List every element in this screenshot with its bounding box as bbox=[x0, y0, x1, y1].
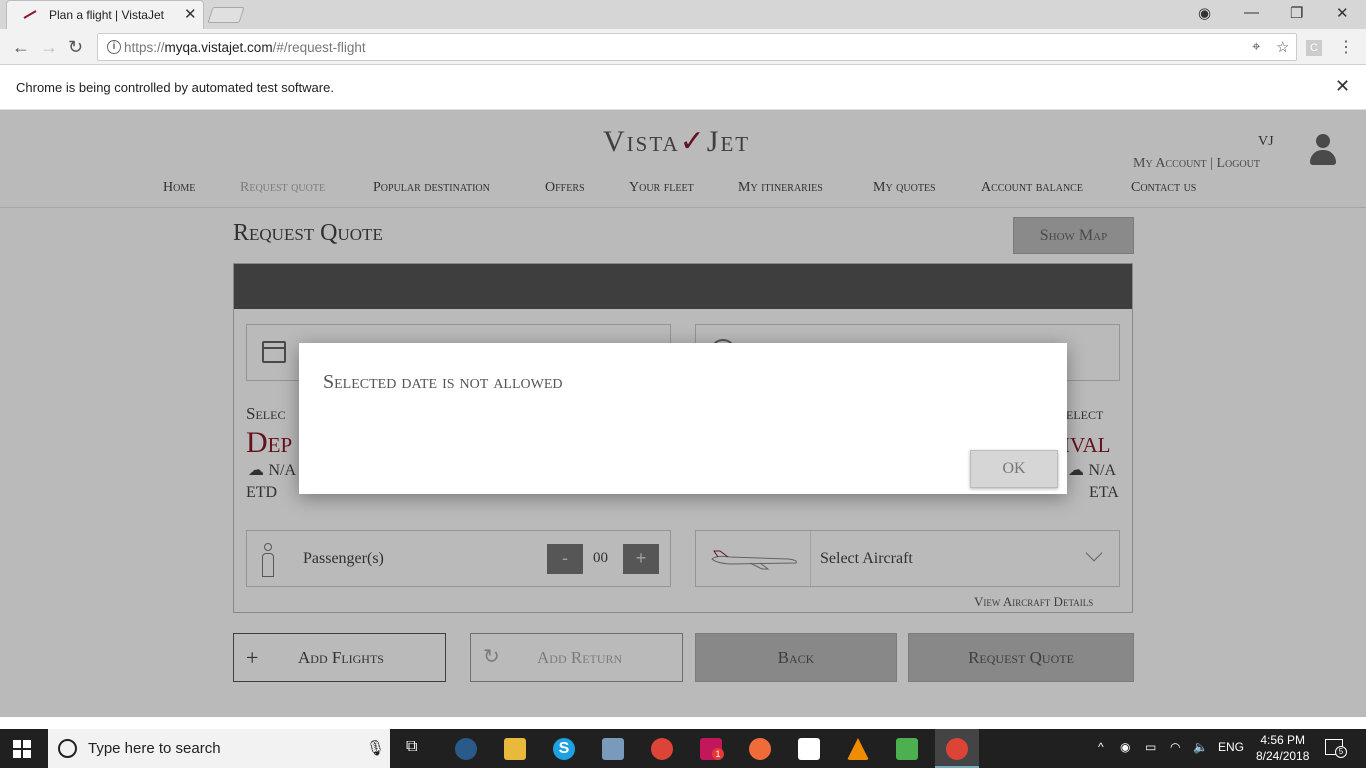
tab-title: Plan a flight | VistaJet bbox=[49, 8, 164, 22]
windows-start-icon[interactable] bbox=[13, 740, 31, 758]
microphone-icon[interactable]: 🎙 bbox=[366, 739, 385, 757]
wifi-icon[interactable]: ◠ bbox=[1170, 740, 1180, 754]
browser-tab-bar: Plan a flight | VistaJet ✕ ◉ — ❐ ✕ bbox=[0, 0, 1366, 29]
postman-icon[interactable] bbox=[749, 738, 771, 760]
spreadsheet-app-icon[interactable] bbox=[896, 738, 918, 760]
browser-tab[interactable]: Plan a flight | VistaJet ✕ bbox=[6, 0, 204, 29]
tab-close-icon[interactable]: ✕ bbox=[184, 5, 197, 23]
chrome-active-taskbar-button[interactable] bbox=[935, 729, 979, 768]
extension-icon[interactable]: C bbox=[1306, 40, 1322, 56]
battery-icon[interactable]: ▭ bbox=[1145, 740, 1156, 754]
reload-icon[interactable]: ↻ bbox=[68, 37, 83, 58]
url-bar[interactable]: i https://myqa.vistajet.com/#/request-fl… bbox=[97, 33, 1297, 61]
ok-button[interactable]: OK bbox=[970, 450, 1058, 488]
windows-taskbar: Type here to search 🎙 ⧉ S 1 ^ ◉ ▭ ◠ 🔈 EN… bbox=[0, 729, 1366, 768]
skype-icon[interactable]: S bbox=[553, 738, 575, 760]
taskbar-search-box[interactable]: Type here to search 🎙 bbox=[48, 729, 390, 768]
vistajet-favicon-icon bbox=[23, 10, 37, 19]
file-explorer-icon[interactable] bbox=[504, 738, 526, 760]
chrome-icon bbox=[946, 738, 968, 760]
chrome-menu-icon[interactable]: ⋮ bbox=[1338, 37, 1354, 57]
system-clock[interactable]: 4:56 PM 8/24/2018 bbox=[1256, 732, 1309, 764]
security-icon[interactable]: ◉ bbox=[1120, 740, 1130, 754]
notification-count: 5 bbox=[1335, 746, 1347, 758]
address-toolbar: ← → ↻ i https://myqa.vistajet.com/#/requ… bbox=[0, 29, 1366, 65]
clock-date: 8/24/2018 bbox=[1256, 749, 1310, 763]
window-close-icon[interactable]: ✕ bbox=[1336, 4, 1349, 22]
infobar-close-icon[interactable]: ✕ bbox=[1335, 76, 1350, 97]
search-placeholder: Type here to search bbox=[88, 740, 221, 757]
bookmark-star-icon[interactable]: ☆ bbox=[1276, 38, 1289, 56]
infobar-message: Chrome is being controlled by automated … bbox=[16, 80, 334, 95]
volume-icon[interactable]: 🔈 bbox=[1193, 740, 1208, 754]
cortana-icon bbox=[58, 739, 77, 758]
back-arrow-icon[interactable]: ← bbox=[12, 37, 30, 58]
profile-icon[interactable]: ◉ bbox=[1198, 4, 1211, 22]
vlc-icon[interactable] bbox=[847, 738, 869, 760]
site-info-icon[interactable]: i bbox=[107, 40, 121, 54]
minimize-icon[interactable]: — bbox=[1244, 4, 1259, 21]
database-app-icon[interactable] bbox=[602, 738, 624, 760]
url-text: https://myqa.vistajet.com/#/request-flig… bbox=[124, 40, 366, 55]
language-indicator[interactable]: ENG bbox=[1218, 740, 1244, 754]
location-icon[interactable]: ⌖ bbox=[1252, 38, 1260, 55]
alert-dialog: Selected date is not allowed OK bbox=[299, 343, 1067, 494]
intellij-icon[interactable]: 1 bbox=[700, 738, 724, 760]
new-tab-button[interactable] bbox=[207, 7, 245, 23]
chevron-up-icon[interactable]: ^ bbox=[1098, 740, 1104, 754]
sticky-notes-icon[interactable] bbox=[798, 738, 820, 760]
task-view-icon[interactable]: ⧉ bbox=[406, 738, 417, 756]
chrome-icon[interactable] bbox=[651, 738, 673, 760]
dialog-message: Selected date is not allowed bbox=[323, 371, 563, 393]
notification-center-icon[interactable]: 5 bbox=[1325, 739, 1347, 758]
restore-icon[interactable]: ❐ bbox=[1290, 4, 1303, 22]
clock-time: 4:56 PM bbox=[1260, 733, 1306, 747]
automation-infobar: Chrome is being controlled by automated … bbox=[0, 65, 1366, 110]
forward-arrow-icon[interactable]: → bbox=[40, 37, 58, 58]
network-app-icon[interactable] bbox=[455, 738, 477, 760]
badge-count: 1 bbox=[712, 748, 724, 760]
